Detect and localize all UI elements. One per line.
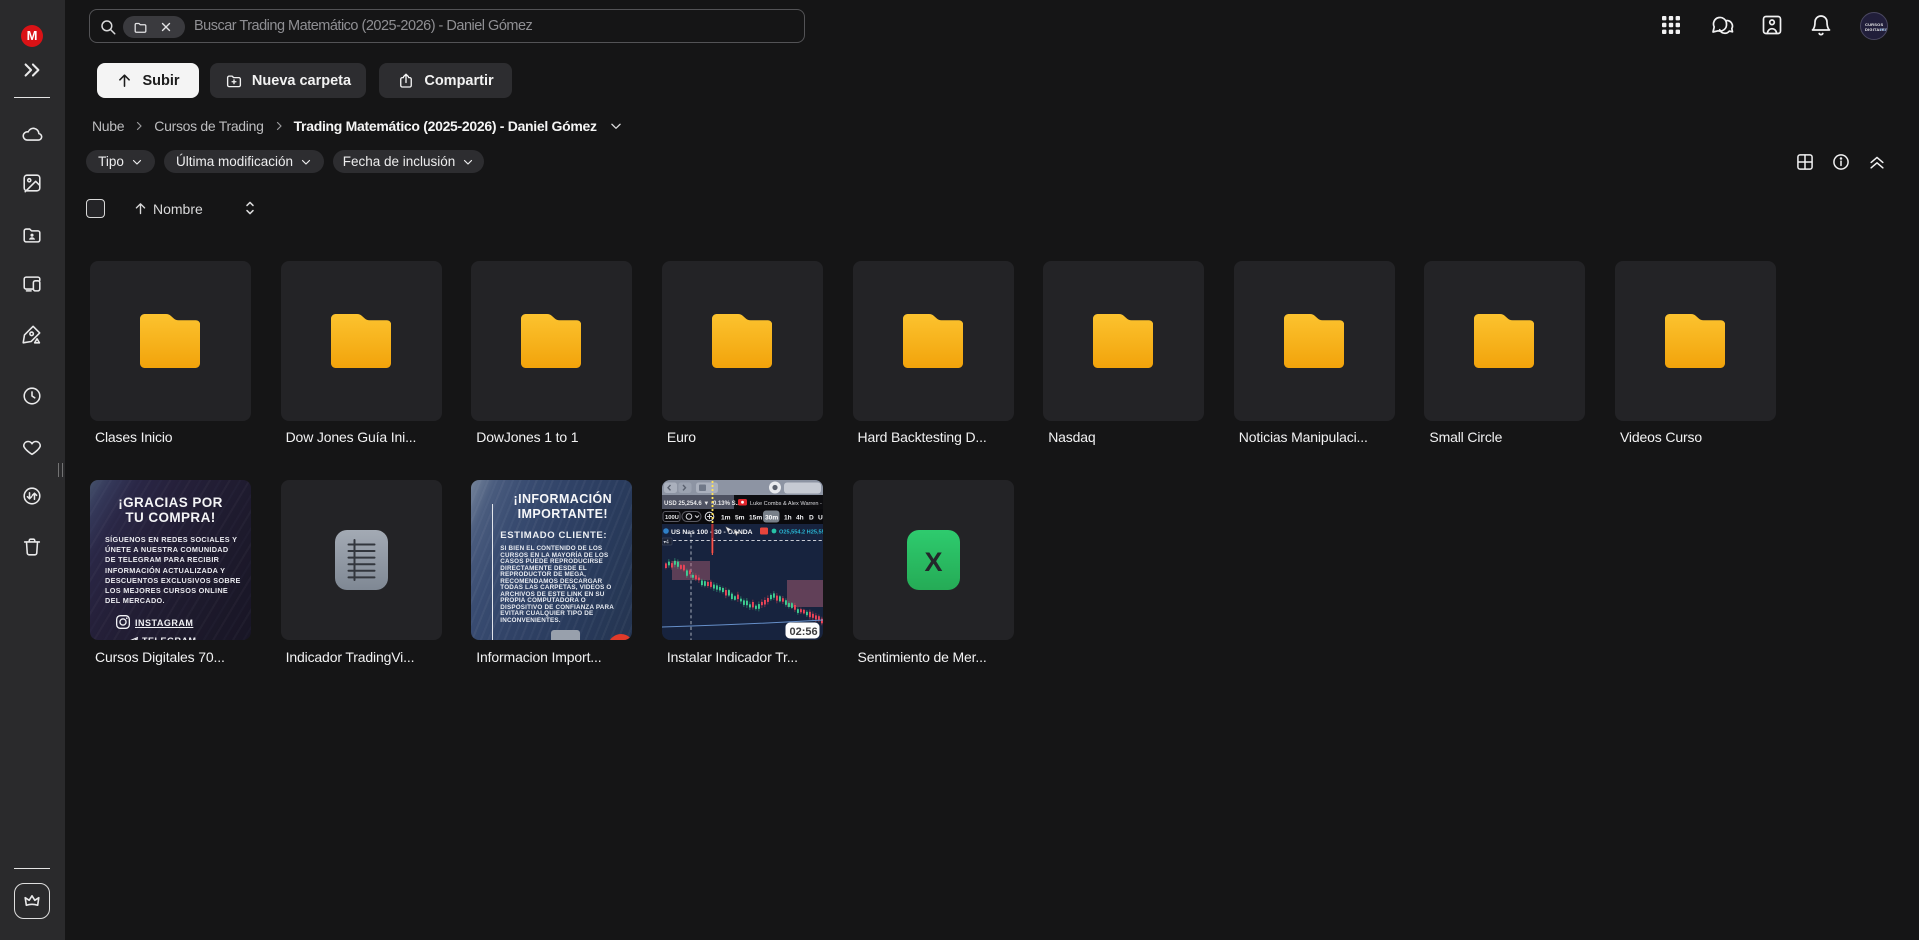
svg-text:▾4: ▾4	[663, 540, 669, 546]
svg-text:U: U	[818, 515, 823, 522]
svg-text:30m: 30m	[765, 515, 778, 522]
svg-text:100U: 100U	[665, 515, 679, 521]
svg-text:Luke Combs & Alex Warren - O: Luke Combs & Alex Warren - O	[750, 501, 823, 507]
svg-text:D: D	[809, 515, 814, 522]
svg-text:1h: 1h	[784, 515, 792, 522]
svg-text:1m: 1m	[721, 515, 731, 522]
svg-text:X: X	[924, 547, 942, 577]
svg-text:15m: 15m	[749, 515, 762, 522]
svg-text:O25,554.2 H25,55: O25,554.2 H25,55	[779, 530, 823, 536]
svg-text:4h: 4h	[796, 515, 804, 522]
svg-text:5m: 5m	[735, 515, 745, 522]
svg-text:02:56: 02:56	[789, 626, 817, 638]
svg-text:USD 25,254.6 ▼ -0.13% S...: USD 25,254.6 ▼ -0.13% S...	[664, 501, 741, 507]
